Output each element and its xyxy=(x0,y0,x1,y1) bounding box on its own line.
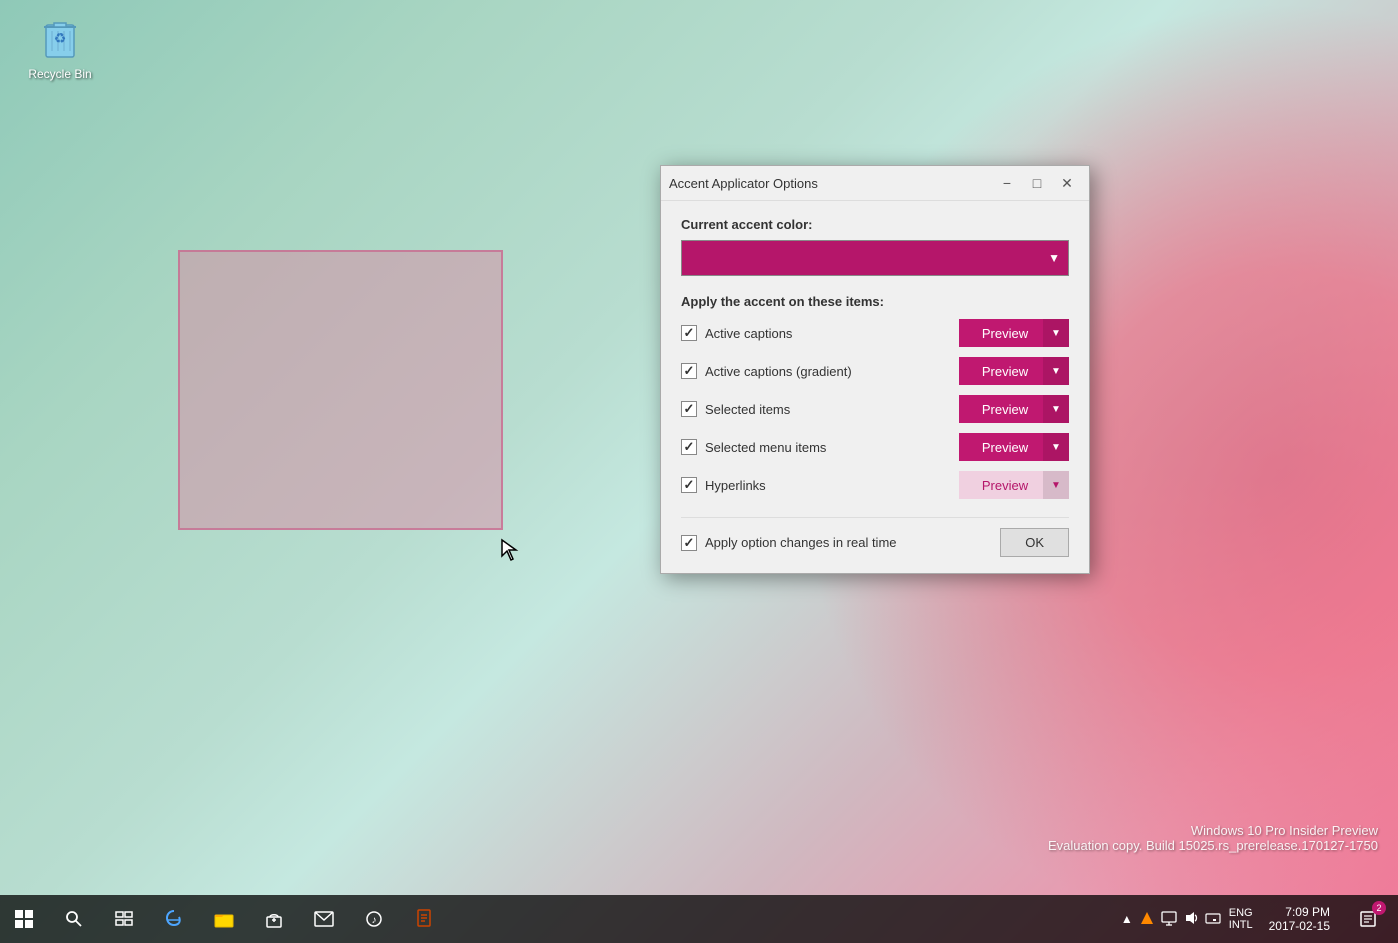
checkbox-active-captions[interactable] xyxy=(681,325,697,341)
item-row-selected-items: Selected items Preview ▼ xyxy=(681,393,1069,425)
preview-btn-hyperlinks[interactable]: Preview ▼ xyxy=(959,471,1069,499)
clock-date: 2017-02-15 xyxy=(1269,919,1330,933)
start-button[interactable] xyxy=(0,895,48,943)
realtime-check: Apply option changes in real time xyxy=(681,535,897,551)
notification-button[interactable]: 2 xyxy=(1346,895,1390,943)
store-button[interactable] xyxy=(250,895,298,943)
item-row-hyperlinks: Hyperlinks Preview ▼ xyxy=(681,469,1069,501)
preview-btn-arrow-active-captions: ▼ xyxy=(1043,319,1069,347)
language-indicator[interactable]: ENG INTL xyxy=(1229,907,1253,931)
preview-btn-label-selected-items: Preview xyxy=(967,402,1043,417)
preview-btn-selected-menu-items[interactable]: Preview ▼ xyxy=(959,433,1069,461)
item-row-active-captions-gradient: Active captions (gradient) Preview ▼ xyxy=(681,355,1069,387)
ok-button[interactable]: OK xyxy=(1000,528,1069,557)
preview-btn-active-captions-gradient[interactable]: Preview ▼ xyxy=(959,357,1069,385)
item-left-selected-menu-items: Selected menu items xyxy=(681,439,826,455)
preview-btn-label-selected-menu-items: Preview xyxy=(967,440,1043,455)
item-left-active-captions: Active captions xyxy=(681,325,792,341)
checkbox-active-captions-gradient[interactable] xyxy=(681,363,697,379)
tray-volume-icon[interactable] xyxy=(1183,910,1199,929)
preview-btn-arrow-gradient: ▼ xyxy=(1043,357,1069,385)
apply-section: Apply the accent on these items: Active … xyxy=(681,294,1069,501)
svg-text:♪: ♪ xyxy=(372,915,377,926)
restore-button[interactable]: □ xyxy=(1023,172,1051,194)
item-row-selected-menu-items: Selected menu items Preview ▼ xyxy=(681,431,1069,463)
taskbar: ♪ ▲ xyxy=(0,895,1398,943)
item-left-selected-items: Selected items xyxy=(681,401,790,417)
preview-btn-label-gradient: Preview xyxy=(967,364,1043,379)
clock-time: 7:09 PM xyxy=(1285,905,1330,919)
watermark-line1: Windows 10 Pro Insider Preview xyxy=(1048,823,1378,838)
tray-icons: ▲ xyxy=(1121,910,1221,929)
file-explorer-button[interactable] xyxy=(200,895,248,943)
item-left-active-captions-gradient: Active captions (gradient) xyxy=(681,363,852,379)
mouse-cursor xyxy=(500,538,520,562)
titlebar-controls: − □ ✕ xyxy=(993,172,1081,194)
checkbox-selected-menu-items[interactable] xyxy=(681,439,697,455)
dialog-title: Accent Applicator Options xyxy=(669,176,818,191)
tray-icon-1[interactable] xyxy=(1139,910,1155,929)
checkbox-selected-items[interactable] xyxy=(681,401,697,417)
close-button[interactable]: ✕ xyxy=(1053,172,1081,194)
recycle-bin-image: ♻ xyxy=(36,15,84,63)
preview-btn-label-hyperlinks: Preview xyxy=(967,478,1043,493)
item-row-active-captions: Active captions Preview ▼ xyxy=(681,317,1069,349)
task-view-button[interactable] xyxy=(100,895,148,943)
tray-display-icon[interactable] xyxy=(1161,910,1177,929)
desktop: ♻ Recycle Bin Windows 10 Pro Insider Pre… xyxy=(0,0,1398,943)
search-button[interactable] xyxy=(50,895,98,943)
recycle-bin-label: Recycle Bin xyxy=(28,67,91,81)
lang-line2: INTL xyxy=(1229,919,1253,931)
accent-color-label: Current accent color: xyxy=(681,217,1069,232)
notification-badge: 2 xyxy=(1372,901,1386,915)
edge-button[interactable] xyxy=(150,895,198,943)
preview-btn-arrow-hyperlinks: ▼ xyxy=(1043,471,1069,499)
recycle-bin-icon[interactable]: ♻ Recycle Bin xyxy=(20,15,100,81)
preview-btn-arrow-selected-items: ▼ xyxy=(1043,395,1069,423)
mail-button[interactable] xyxy=(300,895,348,943)
preview-btn-label-active-captions: Preview xyxy=(967,326,1043,341)
label-active-captions-gradient: Active captions (gradient) xyxy=(705,364,852,379)
bottom-row: Apply option changes in real time OK xyxy=(681,517,1069,557)
dialog-titlebar: Accent Applicator Options − □ ✕ xyxy=(661,166,1089,201)
label-hyperlinks: Hyperlinks xyxy=(705,478,766,493)
preview-btn-selected-items[interactable]: Preview ▼ xyxy=(959,395,1069,423)
label-selected-items: Selected items xyxy=(705,402,790,417)
apply-section-label: Apply the accent on these items: xyxy=(681,294,1069,309)
checkbox-realtime[interactable] xyxy=(681,535,697,551)
watermark: Windows 10 Pro Insider Preview Evaluatio… xyxy=(1048,823,1378,853)
desktop-preview-rect xyxy=(178,250,503,530)
checkbox-hyperlinks[interactable] xyxy=(681,477,697,493)
accent-applicator-dialog: Accent Applicator Options − □ ✕ Current … xyxy=(660,165,1090,574)
app6-button[interactable]: ♪ xyxy=(350,895,398,943)
label-active-captions: Active captions xyxy=(705,326,792,341)
label-realtime: Apply option changes in real time xyxy=(705,535,897,550)
taskbar-right: ▲ xyxy=(1121,895,1398,943)
app7-button[interactable] xyxy=(400,895,448,943)
svg-text:♻: ♻ xyxy=(54,30,67,46)
accent-color-dropdown[interactable]: ▼ xyxy=(681,240,1069,276)
watermark-line2: Evaluation copy. Build 15025.rs_prerelea… xyxy=(1048,838,1378,853)
label-selected-menu-items: Selected menu items xyxy=(705,440,826,455)
dialog-content: Current accent color: ▼ Apply the accent… xyxy=(661,201,1089,573)
dropdown-arrow-icon: ▼ xyxy=(1048,251,1060,265)
system-clock[interactable]: 7:09 PM 2017-02-15 xyxy=(1261,905,1338,933)
item-left-hyperlinks: Hyperlinks xyxy=(681,477,766,493)
lang-line1: ENG xyxy=(1229,907,1253,919)
show-hidden-icon[interactable]: ▲ xyxy=(1121,912,1133,926)
preview-btn-arrow-selected-menu-items: ▼ xyxy=(1043,433,1069,461)
preview-btn-active-captions[interactable]: Preview ▼ xyxy=(959,319,1069,347)
minimize-button[interactable]: − xyxy=(993,172,1021,194)
taskbar-left: ♪ xyxy=(0,895,448,943)
tray-keyboard-icon[interactable] xyxy=(1205,910,1221,929)
